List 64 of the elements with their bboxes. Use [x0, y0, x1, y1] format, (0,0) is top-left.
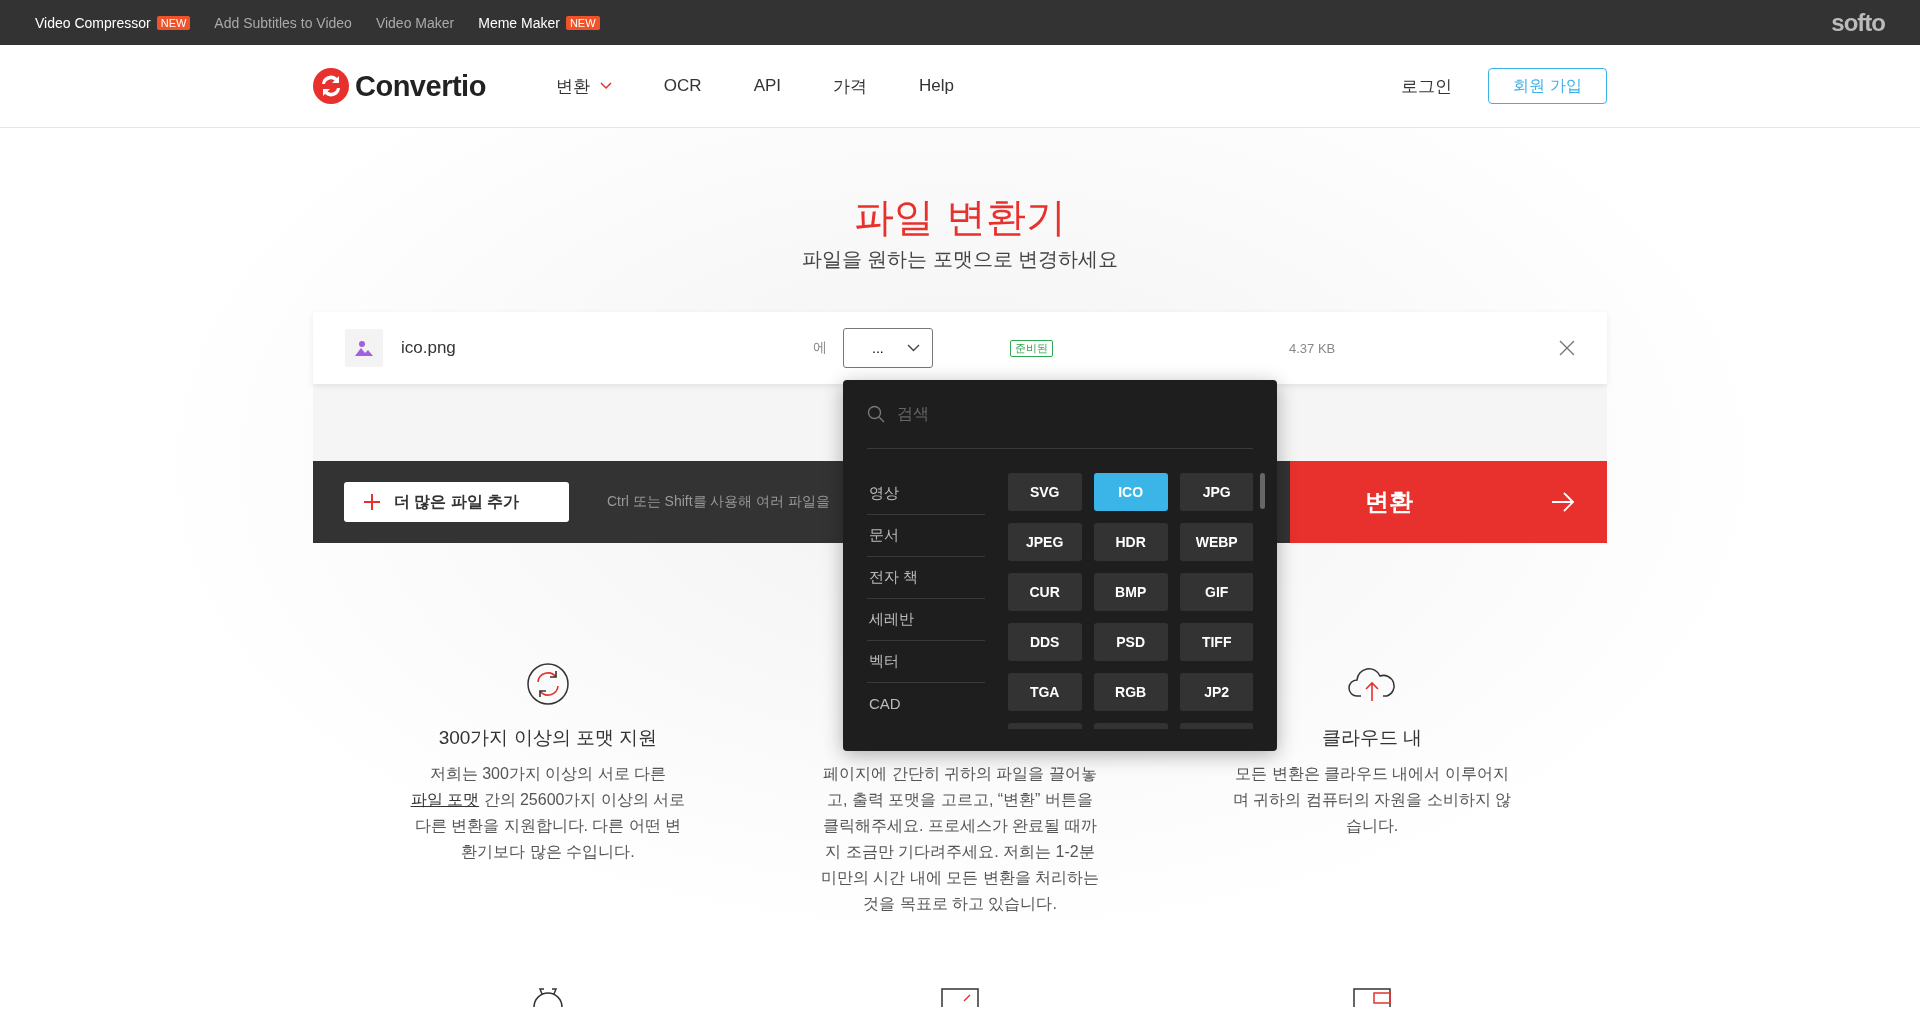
- top-bar-link[interactable]: Video Compressor NEW: [35, 14, 191, 31]
- arrow-right-icon: [1551, 492, 1575, 512]
- convert-button[interactable]: 변환: [1290, 461, 1607, 543]
- search-field[interactable]: 검색: [895, 404, 1199, 424]
- nav-link[interactable]: OCR: [663, 74, 702, 98]
- nav-link[interactable]: 가격: [833, 74, 868, 98]
- feature-title: 클라우드 내: [1320, 726, 1424, 750]
- feature-text: 페이지에 간단히 귀하의 파일을 끌어놓고, 출력 포맷을 고르고, “변환” 버튼을 클릭해주세요. 프로세스가 완료될 때까지 조금만 기다려주세요. 저희는 1-2분 미만의 시간 내에 모든 변환을 처리하는 것을 목표로 하고 있습니다.: [819, 764, 1101, 914]
- to-label: 에: [813, 339, 827, 357]
- new-badge: NEW: [565, 15, 600, 30]
- format-option[interactable]: WEBP: [1179, 523, 1253, 561]
- document-icon: [1352, 987, 1392, 1007]
- format-option[interactable]: SVG: [1007, 473, 1082, 511]
- logo-icon[interactable]: [313, 68, 349, 104]
- page-title: 파일 변환기: [853, 194, 1067, 241]
- sync-icon: [526, 662, 570, 706]
- logo-text[interactable]: Convertio: [355, 69, 486, 103]
- category-item[interactable]: CAD: [867, 683, 985, 724]
- format-option[interactable]: TGA: [1007, 673, 1082, 711]
- format-select[interactable]: ...: [843, 328, 933, 368]
- plus-icon: [364, 494, 380, 510]
- file-size: 4.37 KB: [1289, 340, 1337, 356]
- new-badge: NEW: [156, 15, 191, 30]
- category-item[interactable]: 문서: [867, 515, 985, 557]
- top-bar-link[interactable]: Meme Maker NEW: [478, 14, 600, 31]
- category-item[interactable]: 벡터: [867, 641, 985, 683]
- format-option[interactable]: PSD: [1093, 623, 1168, 661]
- chevron-down-icon: [907, 344, 920, 352]
- format-option[interactable]: JPG: [1179, 473, 1253, 511]
- format-option[interactable]: GIF: [1179, 573, 1253, 611]
- format-option[interactable]: HDR: [1093, 523, 1168, 561]
- format-option[interactable]: DDS: [1007, 623, 1082, 661]
- cloud-upload-icon: [1347, 666, 1397, 702]
- format-option[interactable]: BMP: [1093, 573, 1168, 611]
- category-item[interactable]: 영상: [867, 473, 985, 515]
- nav-link[interactable]: API: [753, 74, 782, 98]
- login-link[interactable]: 로그인: [1401, 74, 1452, 98]
- nav-link[interactable]: Help: [919, 74, 954, 98]
- document-icon: [940, 987, 980, 1007]
- status-badge: 준비된: [1010, 339, 1053, 357]
- category-item[interactable]: 세레반: [867, 599, 985, 641]
- top-bar-link[interactable]: Video Maker: [375, 14, 455, 31]
- hint-text: Ctrl 또는 Shift를 사용해 여러 파일을: [607, 493, 831, 511]
- feature-text: 저희는 300가지 이상의 서로 다른 파일 포맷 간의 25600가지 이상의 서로 다른 변환을 지원합니다. 다른 어떤 변환기보다 많은 수입니다.: [409, 764, 687, 862]
- top-bar-link[interactable]: Add Subtitles to Video: [214, 14, 352, 31]
- format-option[interactable]: CUR: [1007, 573, 1082, 611]
- scrollbar[interactable]: [1260, 473, 1265, 509]
- feature-title: 300가지 이상의 포맷 지원: [437, 726, 659, 750]
- file-name: ico.png: [401, 338, 457, 358]
- search-icon: [867, 405, 885, 423]
- close-icon[interactable]: [1559, 340, 1575, 356]
- caret-icon: [599, 82, 612, 90]
- nav-link[interactable]: 변환: [555, 74, 612, 98]
- add-files-button[interactable]: 더 많은 파일 추가: [344, 482, 569, 522]
- format-option[interactable]: JPEG: [1007, 523, 1082, 561]
- page-subtitle: 파일을 원하는 포맷으로 변경하세요: [800, 247, 1120, 272]
- formats-link[interactable]: 파일 포맷: [410, 791, 480, 808]
- format-option[interactable]: TIFF: [1179, 623, 1253, 661]
- format-option[interactable]: RGB: [1093, 673, 1168, 711]
- format-option[interactable]: JP2: [1179, 673, 1253, 711]
- brand-logo[interactable]: softo: [1831, 8, 1885, 37]
- feature-text: 모든 변환은 클라우드 내에서 이루어지며 귀하의 컴퓨터의 자원을 소비하지 않습니다.: [1231, 764, 1513, 836]
- image-file-icon: [345, 329, 383, 367]
- category-item[interactable]: 전자 책: [867, 557, 985, 599]
